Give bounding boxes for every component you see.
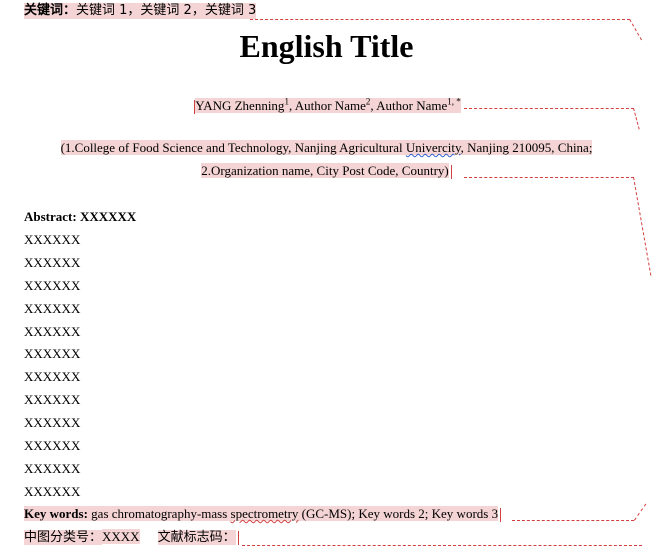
author-1: YANG Zhenning bbox=[195, 98, 285, 114]
keywords-en-part: gas chromatography-mass bbox=[87, 506, 231, 521]
abstract-line: XXXXXX bbox=[24, 232, 81, 247]
page-title: English Title bbox=[239, 28, 414, 64]
revision-marker bbox=[237, 530, 239, 545]
authors-text: YANG Zhenning1, Author Name2, Author Nam… bbox=[195, 97, 461, 114]
affiliation-1-part: , Nanjing 210095, China; bbox=[460, 140, 593, 155]
abstract-line: XXXXXX bbox=[24, 438, 81, 454]
author-2: , Author Name bbox=[288, 98, 366, 114]
keywords-en-label: Key words: bbox=[24, 506, 88, 521]
abstract-line: XXXXXX bbox=[24, 369, 81, 385]
keywords-cn-value: 关键词 1，关键词 2，关键词 3 bbox=[76, 3, 257, 18]
keywords-cn-label: 关键词： bbox=[24, 3, 77, 18]
affiliation-1-spelling: Univercity bbox=[405, 140, 461, 155]
keywords-en-part: (GC-MS); Key words 2; Key words 3 bbox=[298, 506, 499, 521]
abstract-line: XXXXXX bbox=[24, 300, 81, 316]
clc-label: 中图分类号： bbox=[24, 530, 103, 545]
keywords-en-spelling: spectrometry bbox=[230, 506, 299, 521]
abstract-line: XXXXXX bbox=[24, 460, 81, 476]
affiliation-line-1: (1.College of Food Science and Technolog… bbox=[0, 139, 653, 157]
abstract-line: XXXXXX bbox=[24, 346, 81, 362]
abstract-line: XXXXXX bbox=[24, 483, 81, 499]
abstract-line: XXXXXX bbox=[24, 254, 81, 270]
affiliation-line-2: 2.Organization name, City Post Code, Cou… bbox=[0, 162, 653, 180]
abstract-line: XXXXXX bbox=[24, 392, 81, 408]
keywords-cn-line: 关键词：关键词 1，关键词 2，关键词 3 bbox=[24, 3, 257, 19]
abstract-label: Abstract: bbox=[24, 209, 77, 224]
clc-value: XXXX bbox=[102, 529, 140, 544]
affiliation-1-part: (1.College of Food Science and Technolog… bbox=[60, 140, 406, 155]
abstract-value: XXXXXX bbox=[76, 209, 137, 224]
abstract-line: XXXXXX bbox=[24, 415, 81, 431]
authors-line: YANG Zhenning1, Author Name2, Author Nam… bbox=[0, 93, 653, 115]
affiliation-1-text: (1.College of Food Science and Technolog… bbox=[60, 140, 593, 155]
keywords-en-text: Key words: gas chromatography-mass spect… bbox=[24, 506, 499, 521]
revision-marker bbox=[450, 165, 452, 180]
abstract-heading: Abstract: XXXXXX bbox=[24, 208, 136, 226]
doc-code-label: 文献标志码： bbox=[157, 530, 236, 545]
revision-line bbox=[633, 177, 652, 276]
classification-line: 中图分类号：XXXX 文献标志码： bbox=[24, 528, 239, 547]
revision-marker bbox=[500, 508, 502, 523]
author-3: , Author Name bbox=[370, 98, 448, 114]
revision-line bbox=[512, 520, 634, 521]
abstract-line: XXXXXX bbox=[24, 277, 81, 293]
document-page: 关键词：关键词 1，关键词 2，关键词 3 English Title YANG… bbox=[0, 0, 653, 552]
keywords-en-line: Key words: gas chromatography-mass spect… bbox=[24, 505, 502, 523]
abstract-body: XXXXXX XXXXXX XXXXXX XXXXXX XXXXXX XXXXX… bbox=[24, 232, 80, 507]
revision-line bbox=[250, 19, 630, 20]
affiliation-2-text: 2.Organization name, City Post Code, Cou… bbox=[201, 163, 449, 178]
author-3-sup: 1, * bbox=[447, 97, 461, 107]
abstract-line: XXXXXX bbox=[24, 323, 81, 339]
revision-line bbox=[242, 545, 642, 546]
revision-line bbox=[634, 503, 647, 521]
